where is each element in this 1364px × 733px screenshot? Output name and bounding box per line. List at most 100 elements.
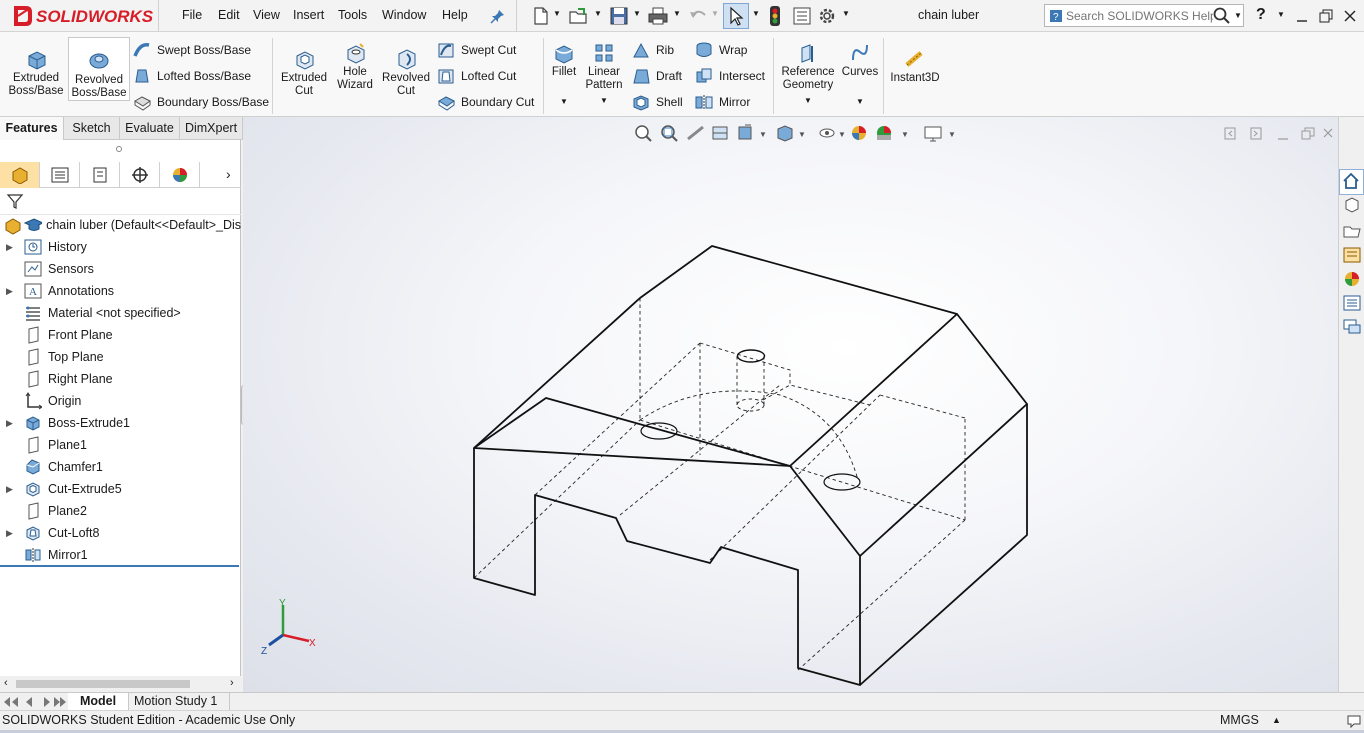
tab-feature-manager[interactable]	[0, 162, 40, 188]
expand-arrow-icon[interactable]: ▶	[6, 418, 16, 429]
linear-pattern-button[interactable]: Linear Pattern ▼	[582, 42, 626, 107]
scroll-right-icon[interactable]: ›	[230, 677, 234, 689]
tree-item-boss-extrude1[interactable]: ▶ Boss-Extrude1	[0, 412, 241, 434]
rib-button[interactable]: Rib	[631, 40, 674, 60]
tree-item-cut-loft8[interactable]: ▶ Cut-Loft8	[0, 522, 241, 544]
shell-button[interactable]: Shell	[631, 92, 683, 112]
tree-item-origin[interactable]: Origin	[0, 390, 241, 412]
chevron-up-icon[interactable]: ▲	[1272, 715, 1281, 725]
menu-file[interactable]: File	[182, 8, 202, 22]
forum-icon[interactable]	[1342, 317, 1362, 337]
expand-arrow-icon[interactable]: ▶	[6, 286, 16, 297]
chevron-down-icon[interactable]: ▼	[1234, 11, 1242, 20]
restore-icon[interactable]	[1318, 8, 1334, 24]
unit-system-selector[interactable]: MMGS	[1220, 713, 1259, 727]
expand-arrow-icon[interactable]: ▶	[6, 528, 16, 539]
panel-grip-handle[interactable]	[116, 146, 122, 152]
mirror-button[interactable]: Mirror	[694, 92, 750, 112]
tree-item-cut-extrude5[interactable]: ▶ Cut-Extrude5	[0, 478, 241, 500]
tab-dimxpert-manager[interactable]	[120, 162, 160, 188]
menu-insert[interactable]: Insert	[293, 8, 324, 22]
solidworks-logo[interactable]: SOLIDWORKS	[8, 0, 156, 32]
chevron-down-icon[interactable]: ▼	[711, 9, 719, 18]
tree-item-sensors[interactable]: Sensors	[0, 258, 241, 280]
file-properties-icon[interactable]	[792, 6, 812, 26]
revolved-cut-button[interactable]: Revolved Cut	[380, 48, 432, 98]
scroll-next-icon[interactable]	[44, 697, 50, 707]
expand-arrow-icon[interactable]: ▶	[6, 484, 16, 495]
tree-item-material-not-specified[interactable]: Material <not specified>	[0, 302, 241, 324]
hole-wizard-button[interactable]: Hole Wizard	[332, 42, 378, 92]
chevron-down-icon[interactable]: ▼	[594, 9, 602, 18]
reference-geometry-button[interactable]: Reference Geometry ▼	[778, 42, 838, 107]
design-library-icon[interactable]	[1342, 195, 1362, 215]
expand-arrow-icon[interactable]: ▶	[6, 242, 16, 253]
graphics-area[interactable]: ▼ ▼ ▼ ▼ ▼ Y X Z	[243, 117, 1338, 693]
tab-sketch[interactable]: Sketch	[64, 117, 120, 140]
scroll-first-icon[interactable]	[4, 697, 18, 707]
filter-icon[interactable]	[6, 192, 24, 210]
intersect-button[interactable]: Intersect	[694, 66, 765, 86]
chevron-down-icon[interactable]: ▼	[633, 9, 641, 18]
wrap-button[interactable]: Wrap	[694, 40, 747, 60]
fillet-button[interactable]: Fillet ▼	[547, 42, 581, 108]
tab-features[interactable]: Features	[0, 117, 64, 140]
menu-edit[interactable]: Edit	[218, 8, 240, 22]
tree-item-top-plane[interactable]: Top Plane	[0, 346, 241, 368]
tab-configuration-manager[interactable]	[80, 162, 120, 188]
lofted-boss-button[interactable]: Lofted Boss/Base	[132, 66, 251, 86]
tree-item-plane2[interactable]: Plane2	[0, 500, 241, 522]
tooltip-icon[interactable]	[1346, 713, 1362, 729]
tab-model[interactable]: Model	[68, 693, 130, 711]
minimize-icon[interactable]	[1294, 8, 1310, 24]
menu-window[interactable]: Window	[382, 8, 426, 22]
boundary-cut-button[interactable]: Boundary Cut	[436, 92, 534, 112]
tree-item-mirror1[interactable]: Mirror1	[0, 544, 241, 566]
boundary-boss-button[interactable]: Boundary Boss/Base	[132, 92, 269, 112]
rebuild-icon[interactable]	[768, 5, 782, 27]
extruded-cut-button[interactable]: Extruded Cut	[276, 48, 332, 98]
tab-dimxpert[interactable]: DimXpert	[180, 117, 243, 140]
draft-button[interactable]: Draft	[631, 66, 682, 86]
scroll-left-icon[interactable]: ‹	[4, 677, 8, 689]
tree-root-part[interactable]: chain luber (Default<<Default>_Dis	[0, 214, 241, 236]
chevron-right-icon[interactable]: ›	[226, 166, 231, 182]
tree-item-history[interactable]: ▶ History	[0, 236, 241, 258]
scrollbar-thumb[interactable]	[16, 680, 190, 688]
search-icon[interactable]	[1213, 7, 1231, 25]
tree-item-annotations[interactable]: ▶ A Annotations	[0, 280, 241, 302]
help-button[interactable]: ?	[1256, 6, 1266, 24]
chevron-down-icon[interactable]: ▼	[778, 94, 838, 107]
tab-scroll-arrows[interactable]	[2, 695, 66, 709]
chevron-down-icon[interactable]: ▼	[752, 9, 760, 18]
menu-tools[interactable]: Tools	[338, 8, 367, 22]
menu-view[interactable]: View	[253, 8, 280, 22]
tree-item-front-plane[interactable]: Front Plane	[0, 324, 241, 346]
search-input[interactable]	[1045, 5, 1213, 26]
revolved-boss-button[interactable]: Revolved Boss/Base	[68, 37, 130, 101]
open-folder-icon[interactable]	[568, 6, 590, 26]
swept-cut-button[interactable]: Swept Cut	[436, 40, 516, 60]
undo-icon[interactable]	[688, 6, 708, 26]
chevron-down-icon[interactable]: ▼	[582, 94, 626, 107]
chevron-down-icon[interactable]: ▼	[553, 9, 561, 18]
tab-motion-study[interactable]: Motion Study 1	[122, 693, 231, 711]
select-tool-button[interactable]	[723, 3, 749, 29]
horizontal-scrollbar[interactable]: ‹ ›	[0, 676, 241, 692]
gear-icon[interactable]	[817, 6, 837, 26]
new-document-icon[interactable]	[532, 6, 550, 26]
tab-evaluate[interactable]: Evaluate	[120, 117, 180, 140]
custom-properties-icon[interactable]	[1342, 293, 1362, 313]
part-model-drawing[interactable]	[243, 117, 1338, 693]
curves-button[interactable]: Curves ▼	[840, 42, 880, 108]
extruded-boss-button[interactable]: Extruded Boss/Base	[6, 48, 66, 98]
scroll-prev-icon[interactable]	[26, 697, 32, 707]
tab-property-manager[interactable]	[40, 162, 80, 188]
menu-help[interactable]: Help	[442, 8, 468, 22]
rollback-bar[interactable]	[0, 565, 239, 567]
instant3d-button[interactable]: Instant3D	[888, 48, 942, 85]
file-explorer-icon[interactable]	[1342, 221, 1362, 241]
appearances-icon[interactable]	[1342, 269, 1362, 289]
search-box[interactable]: ? ▼	[1044, 4, 1244, 27]
lofted-cut-button[interactable]: Lofted Cut	[436, 66, 516, 86]
